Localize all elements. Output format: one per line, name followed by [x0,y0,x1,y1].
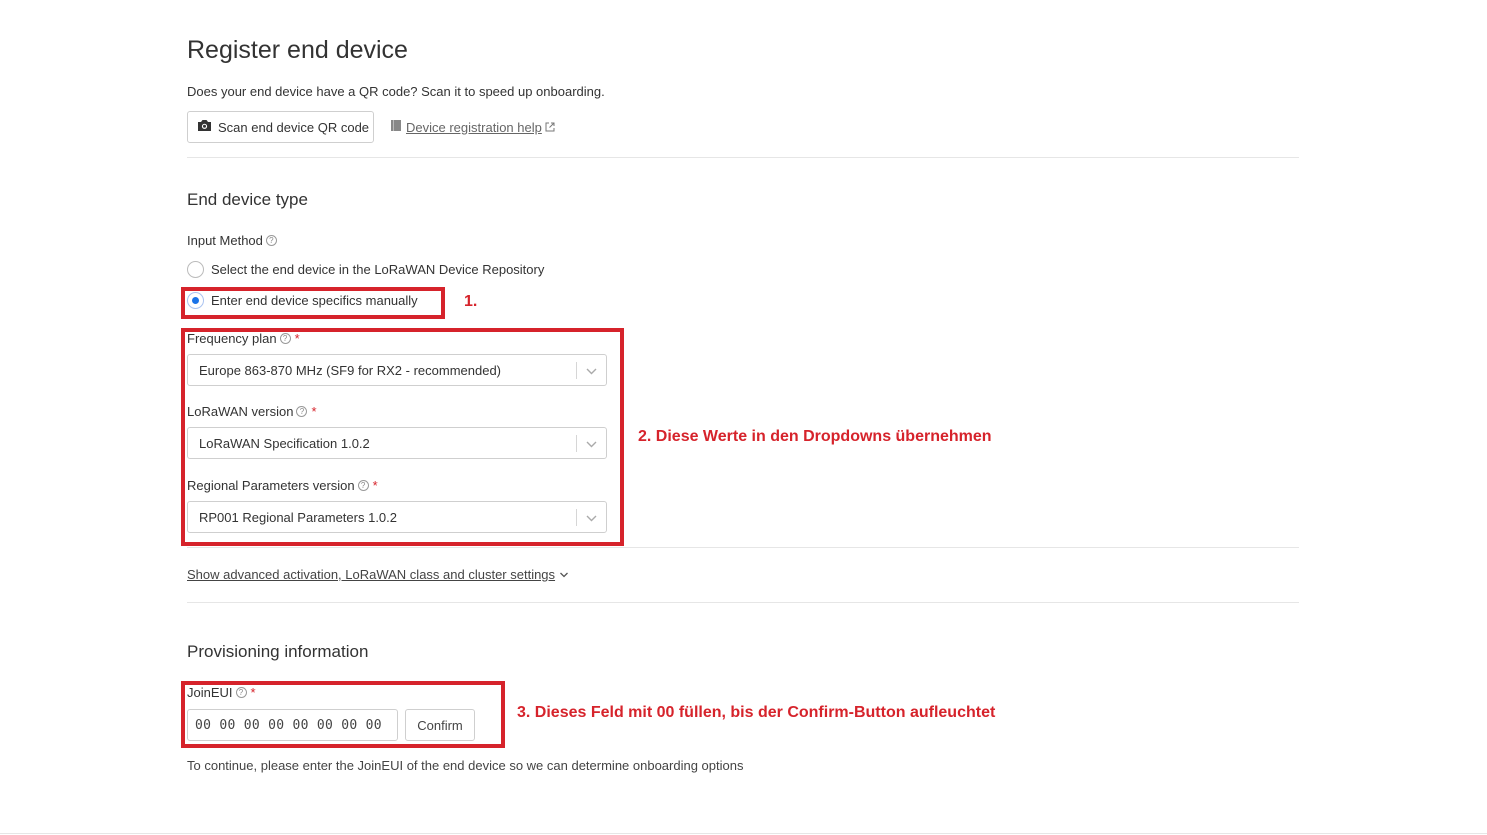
radio-button[interactable] [187,261,204,278]
book-icon [390,119,402,135]
annotation-box-step1 [181,287,445,319]
divider [187,157,1299,158]
divider [187,602,1299,603]
radio-device-repository[interactable]: Select the end device in the LoRaWAN Dev… [187,261,544,278]
advanced-settings-label: Show advanced activation, LoRaWAN class … [187,567,556,582]
advanced-settings-toggle[interactable]: Show advanced activation, LoRaWAN class … [187,567,569,582]
camera-icon [197,119,218,135]
join-eui-hint: To continue, please enter the JoinEUI of… [187,758,744,773]
divider [187,547,1299,548]
device-registration-help-link[interactable]: Device registration help [390,119,555,135]
help-link-label: Device registration help [406,119,542,135]
scan-qr-button[interactable]: Scan end device QR code [187,111,374,143]
help-icon[interactable]: ? [265,235,277,246]
radio-label: Select the end device in the LoRaWAN Dev… [211,262,545,277]
page-subtitle: Does your end device have a QR code? Sca… [187,84,605,99]
annotation-box-step3 [181,681,505,748]
provisioning-title: Provisioning information [187,642,369,661]
annotation-step2: 2. Diese Werte in den Dropdowns übernehm… [638,428,992,445]
annotation-step3: 3. Dieses Feld mit 00 füllen, bis der Co… [517,704,996,721]
annotation-box-step2 [181,328,624,546]
bottom-divider [0,833,1487,834]
end-device-type-title: End device type [187,190,308,209]
input-method-label: Input Method ? [187,233,277,248]
page-title: Register end device [187,36,408,64]
annotation-step1: 1. [464,293,478,310]
chevron-down-icon [559,567,569,582]
input-method-label-text: Input Method [187,233,263,248]
scan-qr-button-label: Scan end device QR code [218,119,370,135]
external-link-icon [545,120,555,135]
